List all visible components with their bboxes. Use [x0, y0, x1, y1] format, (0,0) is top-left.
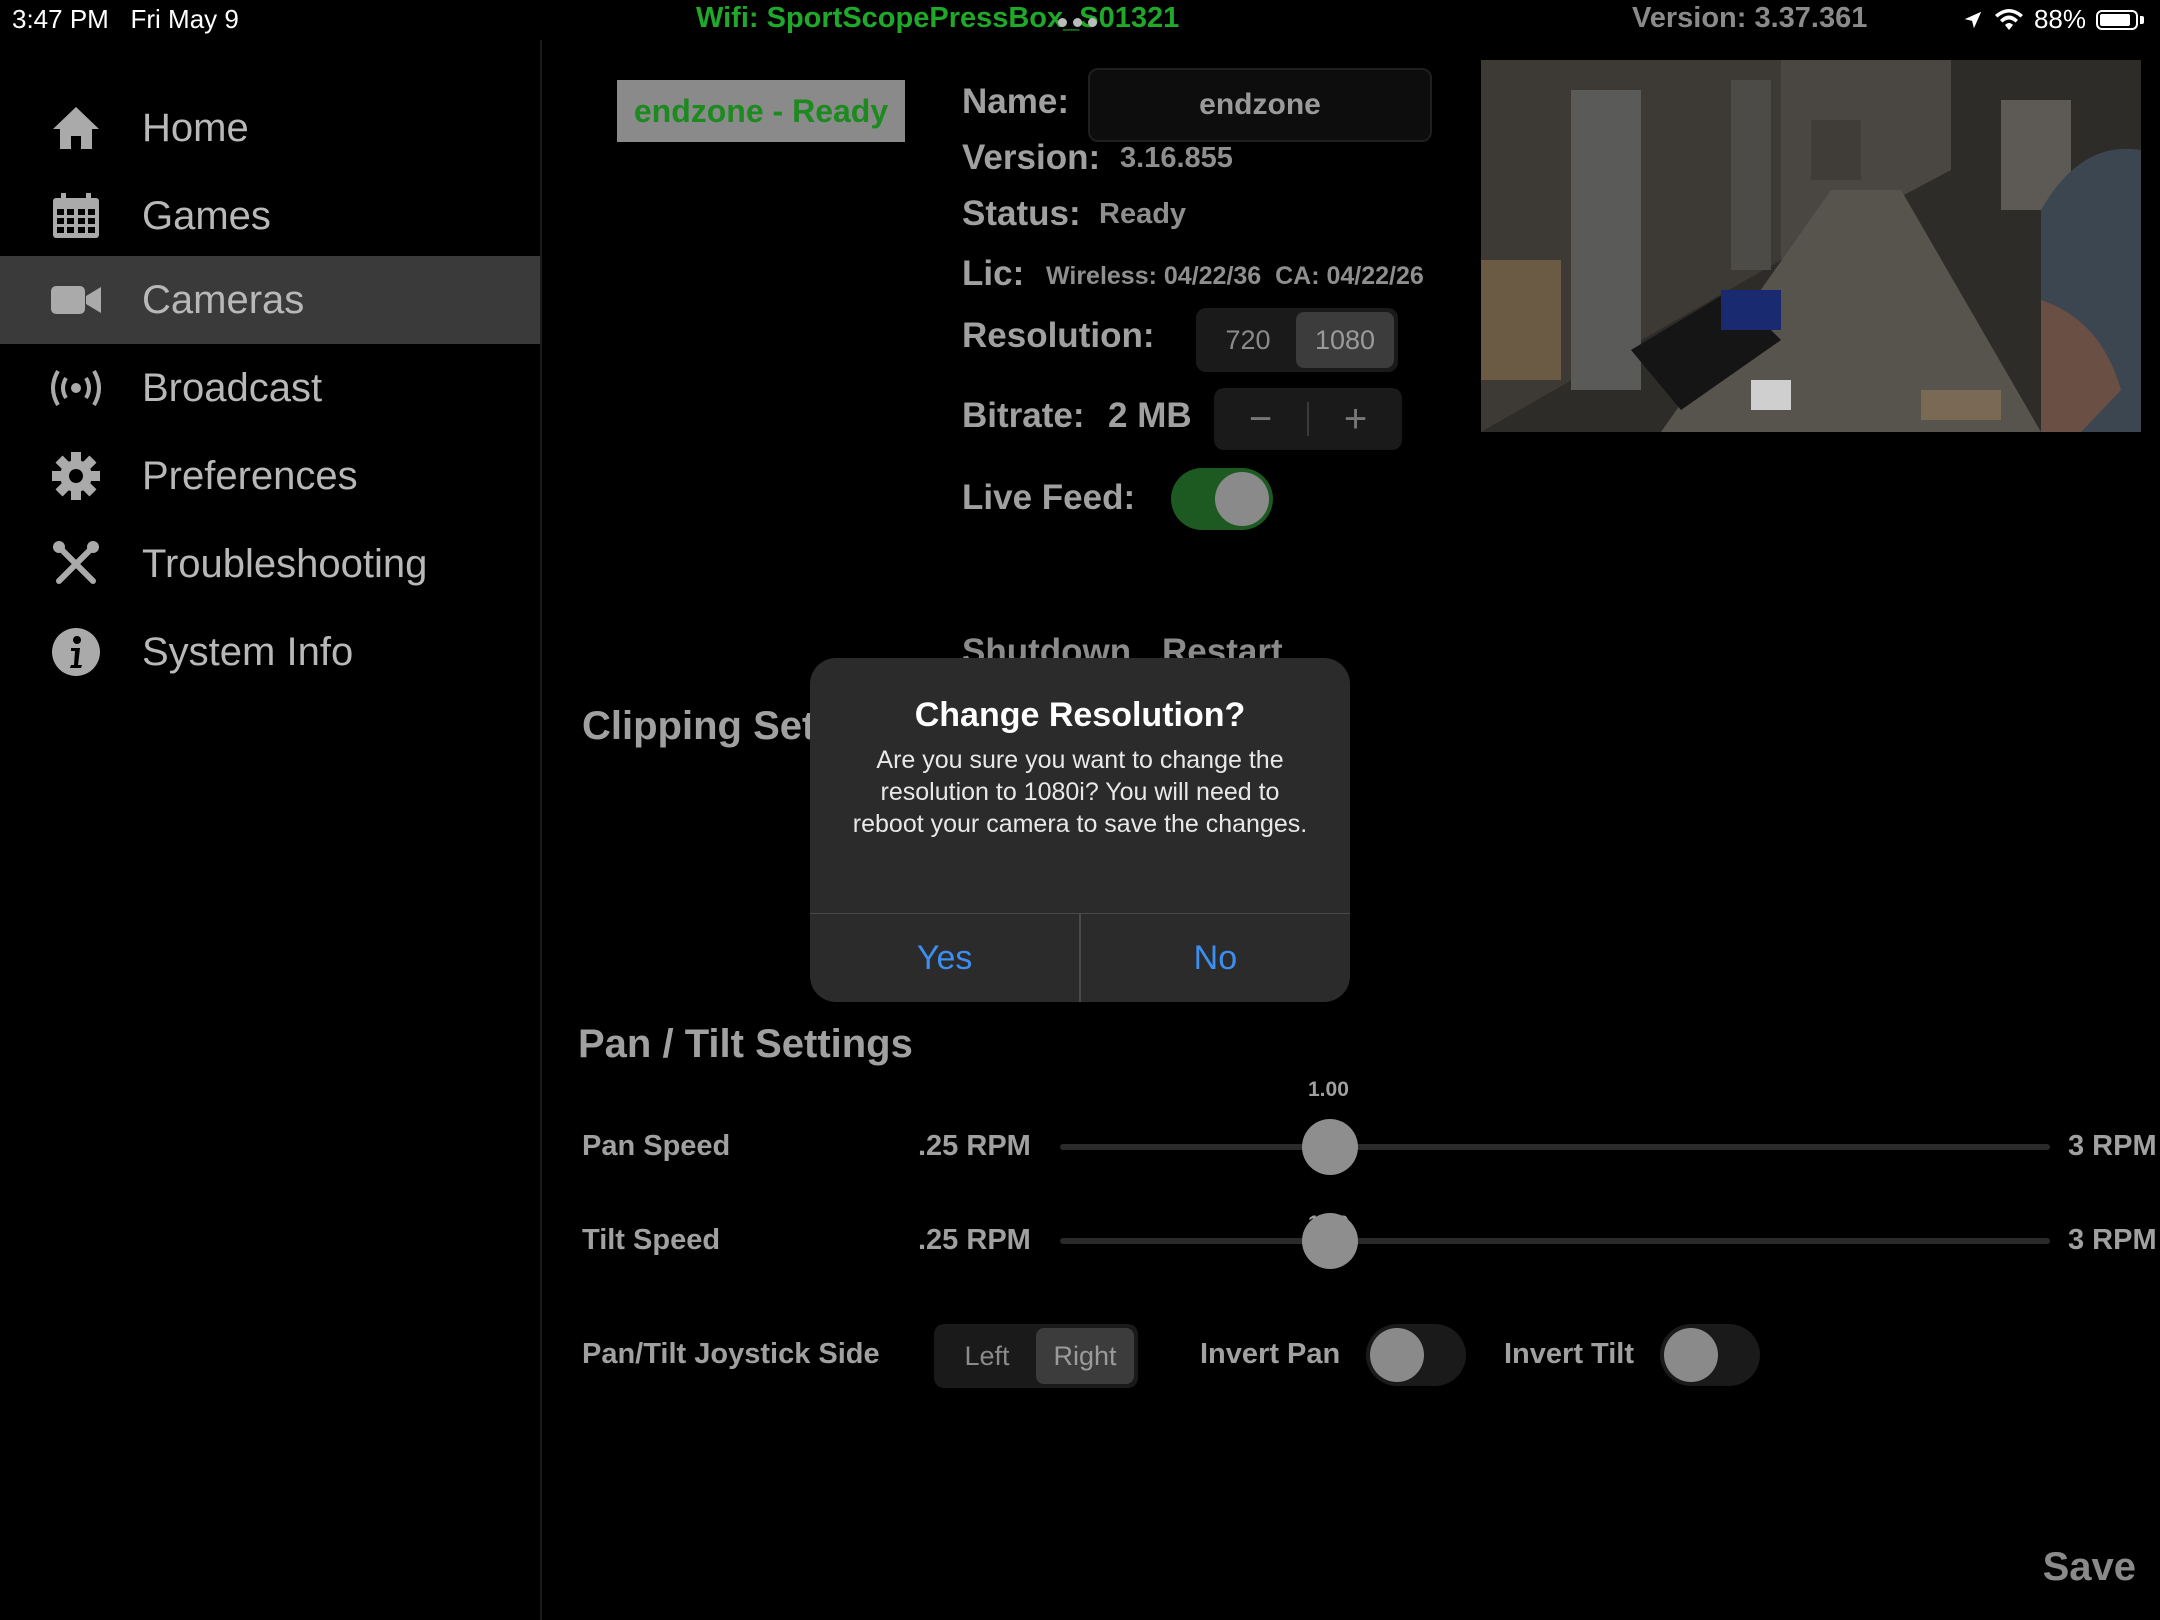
invert-tilt-label: Invert Tilt — [1504, 1338, 1634, 1370]
pan-speed-label: Pan Speed — [582, 1130, 731, 1162]
name-label: Name: — [962, 82, 1069, 121]
sidebar-item-label: System Info — [142, 629, 354, 674]
save-button[interactable]: Save — [2043, 1545, 2136, 1590]
app-version-label: Version: 3.37.361 — [1632, 2, 1868, 34]
license-label: Lic: — [962, 254, 1025, 293]
pan-speed-slider-thumb[interactable] — [1302, 1119, 1358, 1175]
sidebar: Home Games Cameras Broadcast Preferences… — [0, 40, 542, 1620]
bitrate-decrement-button[interactable]: − — [1214, 388, 1307, 450]
license-value: Wireless: 04/22/36 CA: 04/22/26 — [1046, 262, 1424, 290]
bitrate-value: 2 MB — [1108, 396, 1192, 435]
pan-speed-value: 1.00 — [1308, 1078, 1349, 1101]
bitrate-stepper[interactable]: − + — [1214, 388, 1402, 450]
version-label: Version: — [962, 138, 1101, 177]
sidebar-item-label: Troubleshooting — [142, 541, 428, 586]
tilt-speed-slider-thumb[interactable] — [1302, 1213, 1358, 1269]
version-value: 3.16.855 — [1120, 142, 1233, 174]
gear-icon — [50, 450, 102, 502]
sidebar-item-label: Home — [142, 105, 249, 150]
broadcast-icon — [50, 362, 102, 414]
dialog-title: Change Resolution? — [914, 696, 1246, 734]
sidebar-item-label: Games — [142, 193, 271, 238]
live-feed-toggle[interactable] — [1171, 468, 1273, 530]
dialog-yes-button[interactable]: Yes — [810, 914, 1079, 1002]
sidebar-item-preferences[interactable]: Preferences — [0, 432, 540, 520]
pan-speed-min-label: .25 RPM — [918, 1130, 1031, 1162]
resolution-label: Resolution: — [962, 316, 1155, 355]
invert-tilt-toggle[interactable] — [1660, 1324, 1760, 1386]
sidebar-item-label: Broadcast — [142, 365, 323, 410]
live-feed-label: Live Feed: — [962, 478, 1136, 517]
joystick-side-left[interactable]: Left — [938, 1328, 1036, 1384]
sidebar-item-games[interactable]: Games — [0, 172, 540, 260]
sidebar-item-home[interactable]: Home — [0, 84, 540, 172]
tilt-speed-max-label: 3 RPM — [2068, 1224, 2157, 1256]
sidebar-item-cameras[interactable]: Cameras — [0, 256, 540, 344]
change-resolution-dialog: Change Resolution? Are you sure you want… — [810, 658, 1350, 1002]
pan-speed-slider-track[interactable] — [1060, 1144, 2050, 1150]
dialog-message: Are you sure you want to change the reso… — [852, 746, 1308, 838]
joystick-side-right[interactable]: Right — [1036, 1328, 1134, 1384]
joystick-side-label: Pan/Tilt Joystick Side — [582, 1338, 880, 1370]
status-bar: 3:47 PM Fri May 9 Wifi: SportScopePressB… — [0, 0, 2160, 40]
joystick-side-segmented-control[interactable]: Left Right — [934, 1324, 1138, 1388]
clipping-settings-title: Clipping Set — [582, 704, 816, 748]
pan-speed-max-label: 3 RPM — [2068, 1130, 2157, 1162]
sidebar-item-label: Preferences — [142, 453, 358, 498]
status-date: Fri May 9 — [130, 4, 239, 34]
camera-live-preview — [1481, 60, 2141, 432]
calendar-icon — [50, 190, 102, 242]
dialog-no-button[interactable]: No — [1081, 914, 1350, 1002]
location-arrow-icon — [1964, 11, 1982, 28]
status-time: 3:47 PM Fri May 9 — [12, 4, 239, 34]
resolution-option-1080[interactable]: 1080 — [1296, 312, 1394, 368]
camera-detail-panel: endzone - Ready Name: endzone Version: 3… — [542, 40, 2160, 1620]
sidebar-item-label: Cameras — [142, 277, 305, 322]
sidebar-item-system-info[interactable]: System Info — [0, 608, 540, 696]
video-camera-icon — [50, 274, 102, 326]
camera-status-badge: endzone - Ready — [617, 80, 905, 142]
status-label: Status: — [962, 194, 1081, 233]
resolution-segmented-control[interactable]: 720 1080 — [1196, 308, 1398, 372]
bitrate-label: Bitrate: — [962, 396, 1085, 435]
invert-pan-label: Invert Pan — [1200, 1338, 1341, 1370]
tilt-speed-slider-track[interactable] — [1060, 1238, 2050, 1244]
bitrate-increment-button[interactable]: + — [1309, 388, 1402, 450]
invert-pan-toggle[interactable] — [1366, 1324, 1466, 1386]
tools-icon — [50, 538, 102, 590]
camera-name-field[interactable]: endzone — [1088, 68, 1432, 142]
wifi-ssid-label: Wifi: SportScopePressBox_S01321 — [696, 2, 1180, 34]
battery-percent: 88% — [2033, 4, 2086, 34]
info-icon — [50, 626, 102, 678]
pan-tilt-settings-title: Pan / Tilt Settings — [578, 1022, 913, 1066]
tilt-speed-min-label: .25 RPM — [918, 1224, 1031, 1256]
wifi-icon — [1994, 8, 2023, 30]
sidebar-item-troubleshooting[interactable]: Troubleshooting — [0, 520, 540, 608]
multitasking-dots-icon[interactable] — [1058, 18, 1097, 27]
tilt-speed-label: Tilt Speed — [582, 1224, 721, 1256]
status-indicators: 88% — [1962, 4, 2144, 35]
status-value: Ready — [1099, 198, 1187, 230]
battery-icon — [2096, 9, 2138, 30]
home-icon — [50, 102, 102, 154]
dialog-button-row: Yes No — [810, 913, 1350, 1002]
sidebar-item-broadcast[interactable]: Broadcast — [0, 344, 540, 432]
resolution-option-720[interactable]: 720 — [1200, 312, 1296, 368]
